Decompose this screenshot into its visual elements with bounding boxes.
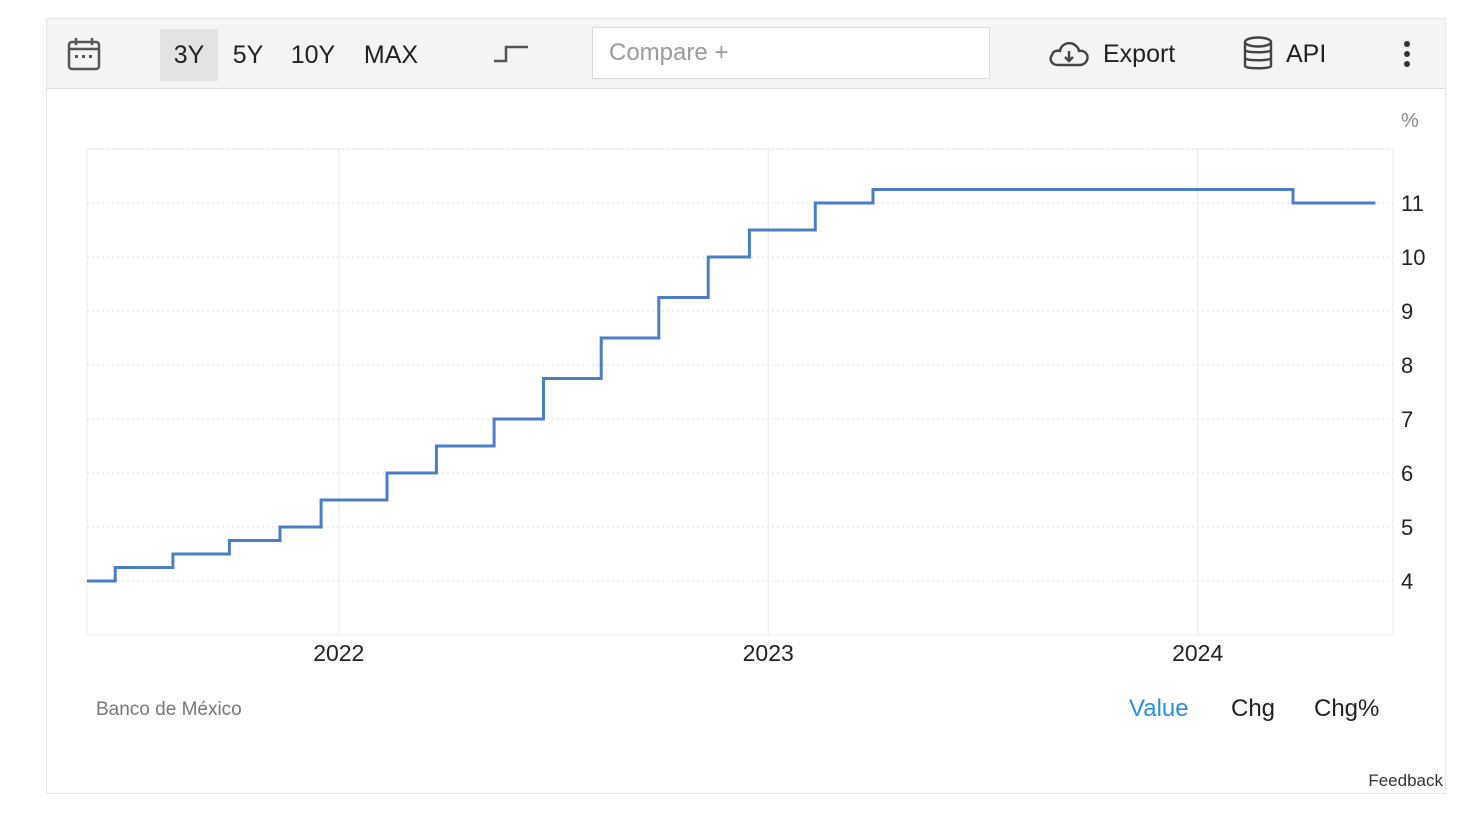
mode-chg-percent-tab[interactable]: Chg% (1314, 695, 1379, 723)
y-tick-label: 10 (1401, 245, 1425, 270)
plot-frame (86, 148, 1394, 636)
y-tick-label: 8 (1401, 353, 1413, 378)
mode-chg-tab[interactable]: Chg (1231, 695, 1275, 723)
series-line (87, 188, 1376, 583)
y-tick-label: 5 (1401, 515, 1413, 540)
y-axis-label: % (1401, 110, 1419, 132)
source-label: Banco de México (96, 699, 242, 720)
chart-widget: 3Y 5Y 10Y MAX Export API (46, 18, 1446, 794)
line-chart: 4 5 6 7 8 9 10 11% 2022 2023 2024 (86, 110, 1425, 666)
mode-value-tab[interactable]: Value (1129, 695, 1189, 723)
x-tick-label: 2022 (313, 640, 364, 666)
y-tick-label: 6 (1401, 461, 1413, 486)
x-tick-label: 2023 (743, 640, 794, 666)
y-tick-label: 11 (1401, 191, 1424, 216)
y-tick-label: 9 (1401, 299, 1413, 324)
y-tick-label: 4 (1401, 569, 1413, 594)
x-tick-label: 2024 (1172, 640, 1223, 666)
y-tick-label: 7 (1401, 407, 1413, 432)
feedback-link[interactable]: Feedback (1368, 771, 1443, 791)
